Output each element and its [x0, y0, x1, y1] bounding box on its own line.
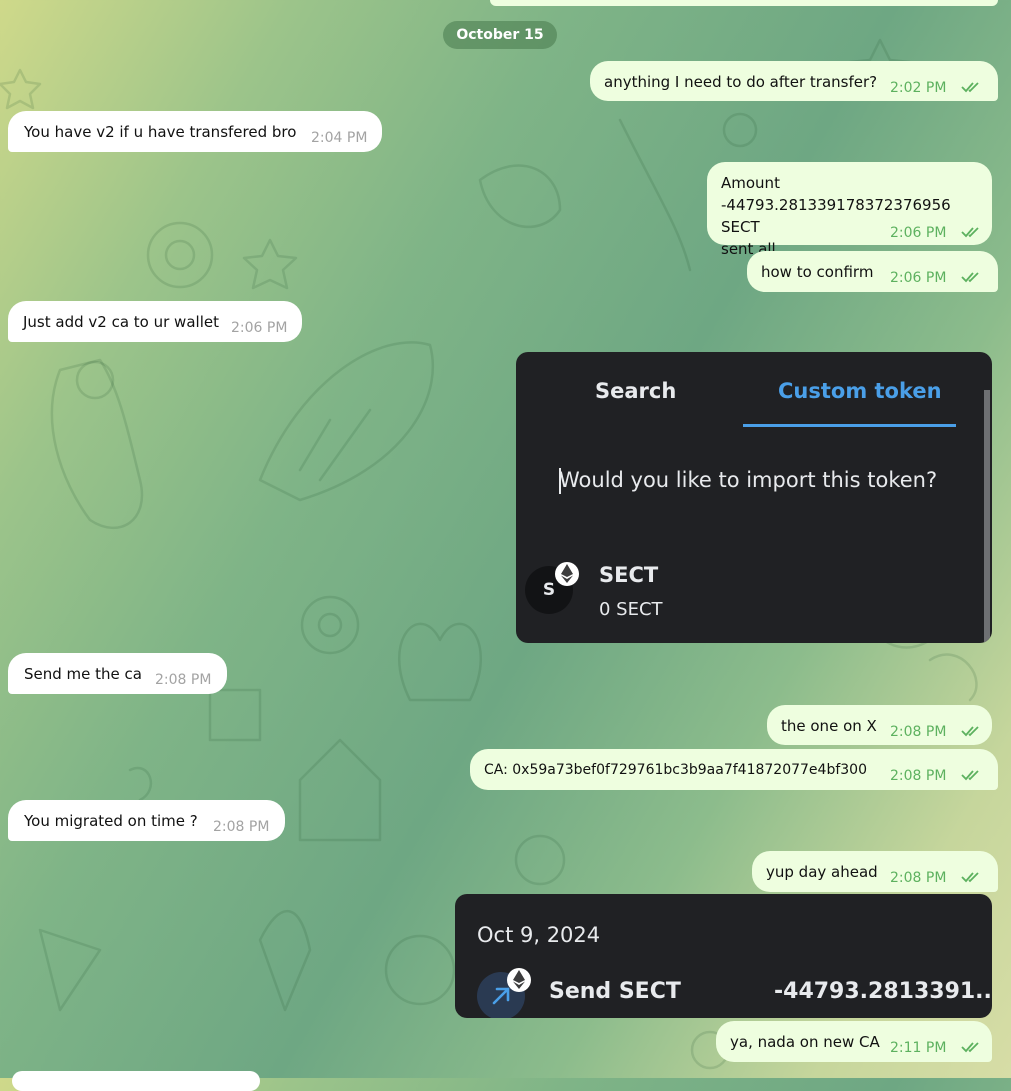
message-text: Send me the ca [24, 665, 142, 683]
transaction-date: Oct 9, 2024 [477, 923, 601, 947]
message-text: You have v2 if u have transfered bro [24, 123, 297, 141]
message-line: -44793.281339178372376956 SECT [721, 196, 951, 236]
date-separator: October 15 [443, 21, 557, 49]
double-check-icon [961, 272, 979, 283]
message-time: 2:08 PM [155, 672, 212, 688]
transaction-action: Send SECT [549, 979, 681, 1004]
outgoing-message[interactable]: CA: 0x59a73bef0f729761bc3b9aa7f41872077e… [470, 749, 998, 790]
message-line: Amount [721, 174, 780, 192]
token-import-screenshot[interactable]: Search Custom token Would you like to im… [516, 352, 992, 643]
message-time: 2:11 PM [890, 1040, 947, 1056]
outgoing-message[interactable]: anything I need to do after transfer? 2:… [590, 61, 998, 101]
transaction-amount: -44793.2813391... [774, 979, 992, 1004]
previous-message-fragment [490, 0, 998, 6]
message-text: yup day ahead [766, 863, 878, 881]
scrollbar [984, 390, 990, 643]
message-text: anything I need to do after transfer? [604, 73, 878, 91]
next-message-fragment [12, 1071, 260, 1091]
incoming-message[interactable]: Send me the ca 2:08 PM [8, 653, 227, 694]
double-check-icon [961, 770, 979, 781]
token-balance: 0 SECT [599, 599, 663, 620]
message-text: the one on X [781, 717, 877, 735]
double-check-icon [961, 82, 979, 93]
message-time: 2:04 PM [311, 130, 368, 146]
message-text: ya, nada on new CA [730, 1033, 880, 1051]
double-check-icon [961, 227, 979, 238]
double-check-icon [961, 872, 979, 883]
incoming-message[interactable]: You have v2 if u have transfered bro 2:0… [8, 111, 382, 152]
message-time: 2:08 PM [890, 870, 947, 886]
message-time: 2:06 PM [890, 225, 947, 241]
ca-message-text: CA: 0x59a73bef0f729761bc3b9aa7f41872077e… [484, 762, 867, 778]
message-time: 2:08 PM [213, 819, 270, 835]
tab-custom-token: Custom token [778, 379, 942, 403]
import-question: Would you like to import this token? [559, 468, 938, 492]
ethereum-icon [555, 562, 579, 586]
outgoing-message[interactable]: yup day ahead 2:08 PM [752, 851, 998, 892]
outgoing-message[interactable]: the one on X 2:08 PM [767, 705, 992, 745]
token-name: SECT [599, 563, 659, 587]
tab-search: Search [595, 379, 677, 403]
outgoing-message[interactable]: Amount -44793.281339178372376956 SECT se… [707, 162, 992, 258]
transaction-screenshot[interactable]: Oct 9, 2024 Send SECT -44793.2813391... [455, 894, 992, 1018]
message-time: 2:06 PM [890, 270, 947, 286]
double-check-icon [961, 1042, 979, 1053]
message-text: You migrated on time ? [24, 812, 198, 830]
outgoing-message[interactable]: how to confirm 2:06 PM [747, 251, 998, 292]
text-cursor [559, 468, 561, 494]
outgoing-message[interactable]: ya, nada on new CA 2:11 PM [716, 1021, 992, 1062]
message-time: 2:02 PM [890, 80, 947, 96]
message-time: 2:08 PM [890, 768, 947, 784]
incoming-message[interactable]: You migrated on time ? 2:08 PM [8, 800, 285, 841]
incoming-message[interactable]: Just add v2 ca to ur wallet 2:06 PM [8, 301, 302, 342]
message-time: 2:06 PM [231, 320, 288, 336]
ethereum-icon [507, 968, 531, 992]
double-check-icon [961, 726, 979, 737]
message-time: 2:08 PM [890, 724, 947, 740]
tab-underline [743, 424, 956, 427]
message-text: Just add v2 ca to ur wallet [23, 313, 219, 331]
message-text: how to confirm [761, 263, 874, 281]
